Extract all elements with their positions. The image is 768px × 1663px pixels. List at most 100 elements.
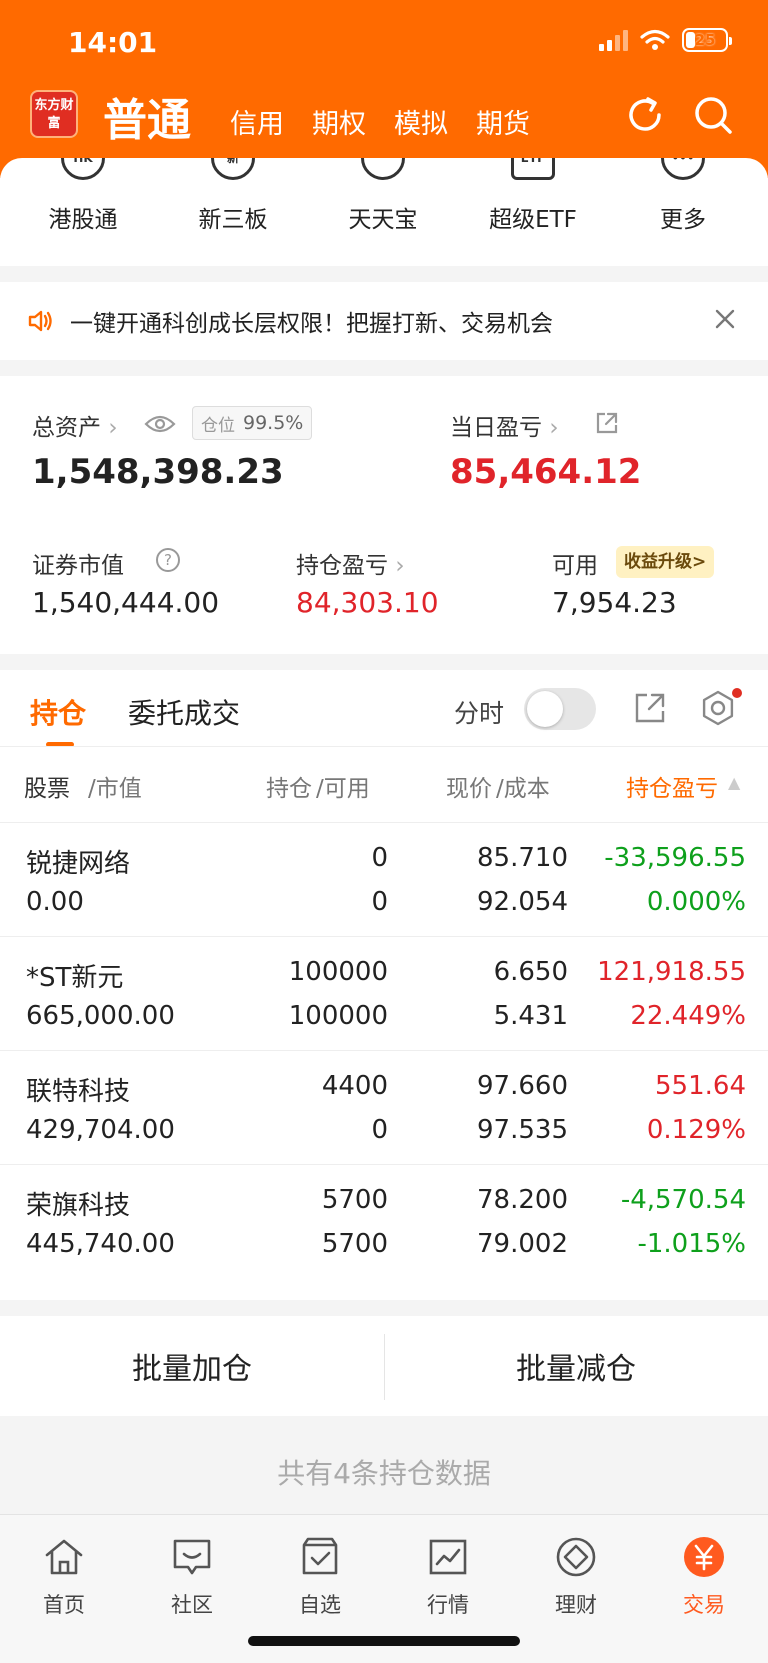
tab-orders[interactable]: 委托成交 xyxy=(128,692,240,732)
col-holding-pl[interactable]: 持仓盈亏 xyxy=(626,769,718,803)
current-price: 78.200 xyxy=(477,1185,568,1215)
nav-label: 首页 xyxy=(43,1593,85,1617)
stock-name: *ST新元 xyxy=(26,963,124,993)
status-icons: 25 xyxy=(599,28,732,52)
nav-label: 行情 xyxy=(427,1593,469,1617)
refresh-button[interactable] xyxy=(622,92,668,138)
shortcut-hk-connect[interactable]: HK 港股通 xyxy=(8,158,158,266)
tab-simulated[interactable]: 模拟 xyxy=(394,102,448,141)
col-price: 现价 xyxy=(446,776,492,802)
col-position: 持仓 xyxy=(266,776,312,802)
table-row[interactable]: 荣旗科技 445,740.00 5700 5700 78.200 79.002 -4,570… xyxy=(0,1164,768,1278)
speaker-icon xyxy=(28,310,52,332)
holding-pl: -4,570.54 xyxy=(620,1185,746,1215)
table-row[interactable]: 锐捷网络 0.00 0 0 85.710 92.054 -33,596.55 0.000% xyxy=(0,822,768,936)
battery-icon: 25 xyxy=(682,28,732,52)
chevron-right-icon: › xyxy=(549,415,559,441)
available-qty: 100000 xyxy=(288,1001,388,1031)
holdings-count: 共有4条持仓数据 xyxy=(277,1457,491,1490)
available-label: 可用 xyxy=(552,553,598,579)
position-qty: 5700 xyxy=(321,1185,388,1215)
top-nav: 东方财富 普通 信用 期权 模拟 期货 xyxy=(0,80,768,160)
daily-pl-label[interactable]: 当日盈亏 › xyxy=(450,408,559,442)
watchlist-icon xyxy=(302,1537,338,1575)
holding-pl-value: 84,303.10 xyxy=(296,586,439,619)
community-icon xyxy=(173,1539,211,1575)
current-price: 6.650 xyxy=(493,957,568,987)
available-qty: 5700 xyxy=(321,1229,388,1259)
table-row[interactable]: 联特科技 429,704.00 4400 0 97.660 97.535 551.64 0.1… xyxy=(0,1050,768,1164)
available-qty: 0 xyxy=(371,1115,388,1145)
holding-pl-label[interactable]: 持仓盈亏 › xyxy=(296,546,405,580)
shortcut-neeq[interactable]: 新 新三板 xyxy=(158,158,308,266)
shortcut-more[interactable]: ••• 更多 xyxy=(608,158,758,266)
holdings-table-header: 股票 /市值 持仓 /可用 现价 /成本 持仓盈亏 ▲ xyxy=(0,746,768,822)
nav-community[interactable]: 社区 xyxy=(128,1529,256,1629)
available-value: 7,954.23 xyxy=(552,586,677,619)
market-value-value: 1,540,444.00 xyxy=(32,586,220,619)
shortcut-tiantianbao[interactable]: 天天宝 xyxy=(308,158,458,266)
close-icon[interactable] xyxy=(710,304,740,334)
nav-watchlist[interactable]: 自选 xyxy=(256,1529,384,1629)
search-button[interactable] xyxy=(690,92,736,138)
status-bar: 14:01 25 xyxy=(0,0,768,80)
home-indicator[interactable] xyxy=(248,1636,520,1646)
fenshi-toggle[interactable] xyxy=(524,688,596,730)
nav-trade[interactable]: 交易 xyxy=(640,1529,768,1629)
cost-price: 97.535 xyxy=(477,1115,568,1145)
chevron-right-icon: › xyxy=(395,553,405,579)
tab-credit[interactable]: 信用 xyxy=(230,102,284,141)
batch-add-button[interactable]: 批量加仓 xyxy=(0,1316,384,1416)
stock-name: 联特科技 xyxy=(26,1077,131,1107)
nav-home[interactable]: 首页 xyxy=(0,1529,128,1629)
col-market-value: /市值 xyxy=(88,776,142,802)
holding-pl: 121,918.55 xyxy=(597,957,746,987)
notice-banner[interactable]: 一键开通科创成长层权限！把握打新、交易机会 xyxy=(0,282,768,360)
cost-price: 92.054 xyxy=(477,887,568,917)
nav-wealth[interactable]: 理财 xyxy=(512,1529,640,1629)
home-icon xyxy=(45,1539,83,1575)
fenshi-label: 分时 xyxy=(454,699,505,728)
nav-label: 社区 xyxy=(171,1593,213,1617)
upgrade-badge[interactable]: 收益升级> xyxy=(616,546,715,578)
share-icon[interactable] xyxy=(594,410,620,436)
help-icon[interactable]: ? xyxy=(156,548,180,572)
refresh-icon xyxy=(629,97,661,131)
sort-icon[interactable]: ▲ xyxy=(728,773,740,792)
market-value: 665,000.00 xyxy=(26,1001,175,1031)
col-stock: 股票 xyxy=(24,776,70,802)
tab-futures[interactable]: 期货 xyxy=(476,102,530,141)
etf-icon: ETF xyxy=(511,158,555,180)
app-header: 14:01 25 东方财富 普通 信用 期权 模拟 期货 xyxy=(0,0,768,178)
total-assets-label[interactable]: 总资产 › xyxy=(32,408,118,442)
tab-holdings[interactable]: 持仓 xyxy=(30,692,86,732)
export-icon[interactable] xyxy=(630,688,670,728)
nav-market[interactable]: 行情 xyxy=(384,1529,512,1629)
total-assets-value: 1,548,398.23 xyxy=(32,452,284,492)
batch-reduce-button[interactable]: 批量减仓 xyxy=(384,1316,768,1416)
batch-actions: 批量加仓 批量减仓 xyxy=(0,1316,768,1416)
table-row[interactable]: *ST新元 665,000.00 100000 100000 6.650 5.431 121… xyxy=(0,936,768,1050)
notification-dot xyxy=(732,688,742,698)
market-value: 429,704.00 xyxy=(26,1115,175,1145)
piggy-bank-icon xyxy=(361,158,405,180)
holding-pl-pct: 22.449% xyxy=(630,1001,746,1031)
tab-normal[interactable]: 普通 xyxy=(103,84,191,148)
wifi-icon xyxy=(640,29,670,50)
eye-icon[interactable] xyxy=(144,412,176,436)
stock-name: 荣旗科技 xyxy=(26,1191,131,1221)
position-qty: 4400 xyxy=(321,1071,388,1101)
trade-icon xyxy=(684,1537,724,1577)
chevron-right-icon: › xyxy=(108,415,118,441)
current-price: 97.660 xyxy=(477,1071,568,1101)
signal-icon xyxy=(599,29,628,51)
shortcut-label: 港股通 xyxy=(48,207,118,233)
wealth-icon xyxy=(556,1537,596,1577)
nav-label: 自选 xyxy=(299,1593,341,1617)
col-cost: /成本 xyxy=(496,776,550,802)
shortcut-super-etf[interactable]: ETF 超级ETF xyxy=(458,158,608,266)
position-ratio-tag: 仓位 99.5% xyxy=(192,406,313,440)
tab-options[interactable]: 期权 xyxy=(312,102,366,141)
holding-pl: 551.64 xyxy=(655,1071,746,1101)
notice-text: 一键开通科创成长层权限！把握打新、交易机会 xyxy=(70,311,553,337)
